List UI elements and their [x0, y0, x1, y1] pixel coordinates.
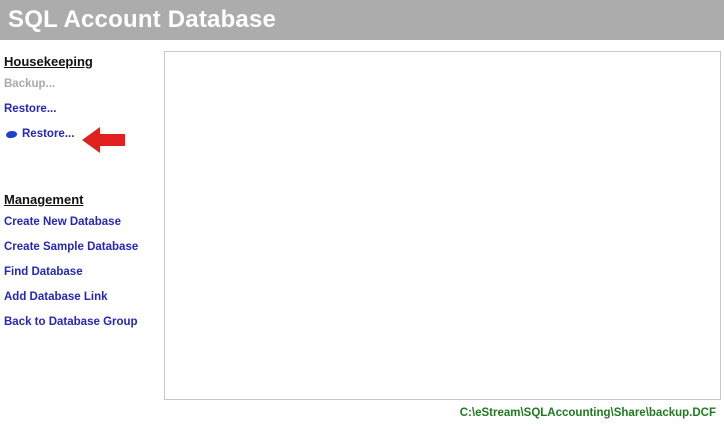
backup-link: Backup...	[4, 78, 56, 90]
restore-link-label: Restore...	[22, 128, 75, 140]
add-database-link-link[interactable]: Add Database Link	[4, 285, 160, 310]
create-new-database-link[interactable]: Create New Database	[4, 210, 160, 235]
status-path: C:\eStream\SQLAccounting\Share\backup.DC…	[459, 407, 716, 419]
app-title: SQL Account Database	[8, 6, 277, 33]
title-bar: SQL Account Database	[0, 0, 724, 40]
red-arrow-left-icon	[82, 127, 125, 153]
back-to-database-group-link[interactable]: Back to Database Group	[4, 310, 160, 335]
blob-icon	[5, 129, 18, 140]
create-sample-database-link[interactable]: Create Sample Database	[4, 235, 160, 260]
find-database-link[interactable]: Find Database	[4, 260, 160, 285]
management-heading: Management	[4, 192, 84, 207]
housekeeping-heading: Housekeeping	[4, 54, 93, 69]
sidebar: Housekeeping Backup... Restore... Restor…	[4, 52, 160, 335]
content-panel	[164, 51, 721, 400]
restore-link[interactable]: Restore...	[4, 97, 160, 122]
